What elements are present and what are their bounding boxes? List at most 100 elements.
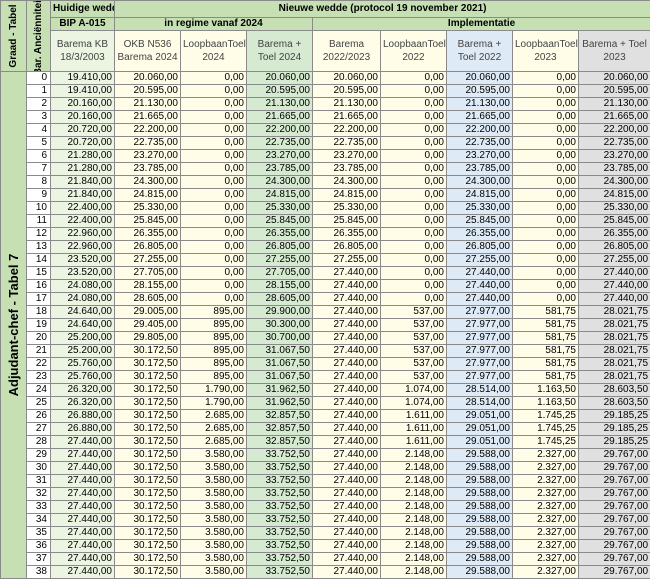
salary-cell: 21.665,00 [312, 110, 381, 124]
salary-cell: 30.172,50 [114, 565, 181, 579]
salary-cell: 537,00 [380, 344, 447, 358]
salary-cell: 0,00 [180, 292, 247, 306]
salary-cell: 2.148,00 [380, 448, 447, 462]
seniority-cell: 26 [26, 409, 51, 423]
salary-cell: 23.785,00 [577, 162, 650, 176]
salary-cell: 22.960,00 [50, 227, 115, 241]
salary-cell: 30.172,50 [114, 422, 181, 436]
salary-cell: 28.021,75 [577, 318, 650, 332]
salary-cell: 23.270,00 [446, 149, 513, 163]
salary-cell: 27.440,00 [312, 500, 381, 514]
table-row: 34 27.440,00 30.172,50 3.580,00 33.752,50 27.… [1, 513, 650, 527]
salary-cell: 1.745,25 [512, 435, 579, 449]
salary-cell: 23.270,00 [246, 149, 313, 163]
salary-cell: 27.440,00 [312, 513, 381, 527]
salary-cell: 2.148,00 [380, 487, 447, 501]
salary-cell: 25.200,00 [50, 331, 115, 345]
header-current-salary: Huidige wedde [50, 0, 115, 18]
salary-cell: 25.845,00 [446, 214, 513, 228]
salary-cell: 24.640,00 [50, 305, 115, 319]
salary-cell: 581,75 [512, 305, 579, 319]
salary-cell: 24.815,00 [114, 188, 181, 202]
header-seniority: Bar. Anciënniteit [26, 0, 51, 72]
salary-cell: 2.148,00 [380, 461, 447, 475]
salary-cell: 29.767,00 [577, 565, 650, 579]
salary-cell: 25.845,00 [312, 214, 381, 228]
seniority-cell: 4 [26, 123, 51, 137]
salary-cell: 27.255,00 [312, 253, 381, 267]
seniority-cell: 9 [26, 188, 51, 202]
seniority-cell: 19 [26, 318, 51, 332]
table-row: 17 24.080,00 28.605,00 0,00 28.605,00 27.440,… [1, 292, 650, 306]
salary-cell: 22.200,00 [577, 123, 650, 137]
table-row: 20 25.200,00 29.805,00 895,00 30.700,00 27.44… [1, 331, 650, 345]
salary-cell: 27.440,00 [312, 318, 381, 332]
salary-cell: 27.440,00 [312, 396, 381, 410]
salary-cell: 22.200,00 [114, 123, 181, 137]
salary-cell: 27.440,00 [312, 422, 381, 436]
col-header: Barema + Toel 2023 [577, 30, 650, 72]
salary-cell: 27.440,00 [312, 448, 381, 462]
salary-cell: 33.752,50 [246, 461, 313, 475]
table-row: 36 27.440,00 30.172,50 3.580,00 33.752,50 27.… [1, 539, 650, 553]
salary-cell: 27.440,00 [50, 513, 115, 527]
salary-cell: 0,00 [180, 123, 247, 137]
salary-cell: 28.021,75 [577, 331, 650, 345]
salary-cell: 0,00 [180, 253, 247, 267]
seniority-cell: 21 [26, 344, 51, 358]
header-implementation: Implementatie [311, 17, 650, 31]
table-row: 24 26.320,00 30.172,50 1.790,00 31.962,50 27.… [1, 383, 650, 397]
salary-cell: 24.300,00 [312, 175, 381, 189]
salary-cell: 29.588,00 [446, 474, 513, 488]
salary-cell: 0,00 [512, 175, 579, 189]
col-header: LoopbaanToel 2023 [512, 30, 579, 72]
header-regime-2024: in regime vanaf 2024 [114, 17, 313, 31]
salary-cell: 2.327,00 [512, 448, 579, 462]
salary-cell: 27.440,00 [312, 435, 381, 449]
salary-cell: 0,00 [180, 175, 247, 189]
salary-cell: 581,75 [512, 331, 579, 345]
salary-cell: 30.172,50 [114, 552, 181, 566]
salary-cell: 0,00 [380, 279, 447, 293]
salary-cell: 27.440,00 [312, 305, 381, 319]
seniority-cell: 13 [26, 240, 51, 254]
salary-cell: 2.148,00 [380, 474, 447, 488]
salary-cell: 2.327,00 [512, 526, 579, 540]
salary-cell: 20.595,00 [312, 84, 381, 98]
salary-cell: 23.270,00 [577, 149, 650, 163]
salary-cell: 29.588,00 [446, 513, 513, 527]
salary-cell: 3.580,00 [180, 461, 247, 475]
seniority-cell: 28 [26, 435, 51, 449]
salary-cell: 31.067,50 [246, 357, 313, 371]
salary-cell: 28.605,00 [114, 292, 181, 306]
salary-cell: 0,00 [380, 253, 447, 267]
table-row: 1 19.410,00 20.595,00 0,00 20.595,00 20.595,0… [1, 84, 650, 98]
salary-cell: 20.720,00 [50, 136, 115, 150]
salary-cell: 581,75 [512, 370, 579, 384]
col-header: Barema + Toel 2022 [446, 30, 513, 72]
salary-cell: 27.440,00 [312, 266, 381, 280]
salary-cell: 22.735,00 [246, 136, 313, 150]
salary-cell: 29.588,00 [446, 539, 513, 553]
salary-cell: 27.440,00 [577, 279, 650, 293]
salary-cell: 2.327,00 [512, 552, 579, 566]
salary-cell: 3.580,00 [180, 474, 247, 488]
col-header: OKB N536 Barema 2024 [114, 30, 181, 72]
salary-cell: 21.130,00 [577, 97, 650, 111]
salary-cell: 29.588,00 [446, 461, 513, 475]
salary-cell: 1.790,00 [180, 383, 247, 397]
salary-cell: 31.067,50 [246, 344, 313, 358]
salary-cell: 22.200,00 [246, 123, 313, 137]
salary-cell: 24.815,00 [446, 188, 513, 202]
salary-cell: 26.880,00 [50, 409, 115, 423]
salary-cell: 28.021,75 [577, 344, 650, 358]
salary-cell: 30.700,00 [246, 331, 313, 345]
salary-cell: 29.767,00 [577, 539, 650, 553]
salary-cell: 0,00 [512, 110, 579, 124]
salary-cell: 31.067,50 [246, 370, 313, 384]
salary-cell: 3.580,00 [180, 487, 247, 501]
table-row: 32 27.440,00 30.172,50 3.580,00 33.752,50 27.… [1, 487, 650, 501]
salary-cell: 26.355,00 [114, 227, 181, 241]
salary-cell: 27.440,00 [577, 266, 650, 280]
salary-cell: 27.977,00 [446, 331, 513, 345]
